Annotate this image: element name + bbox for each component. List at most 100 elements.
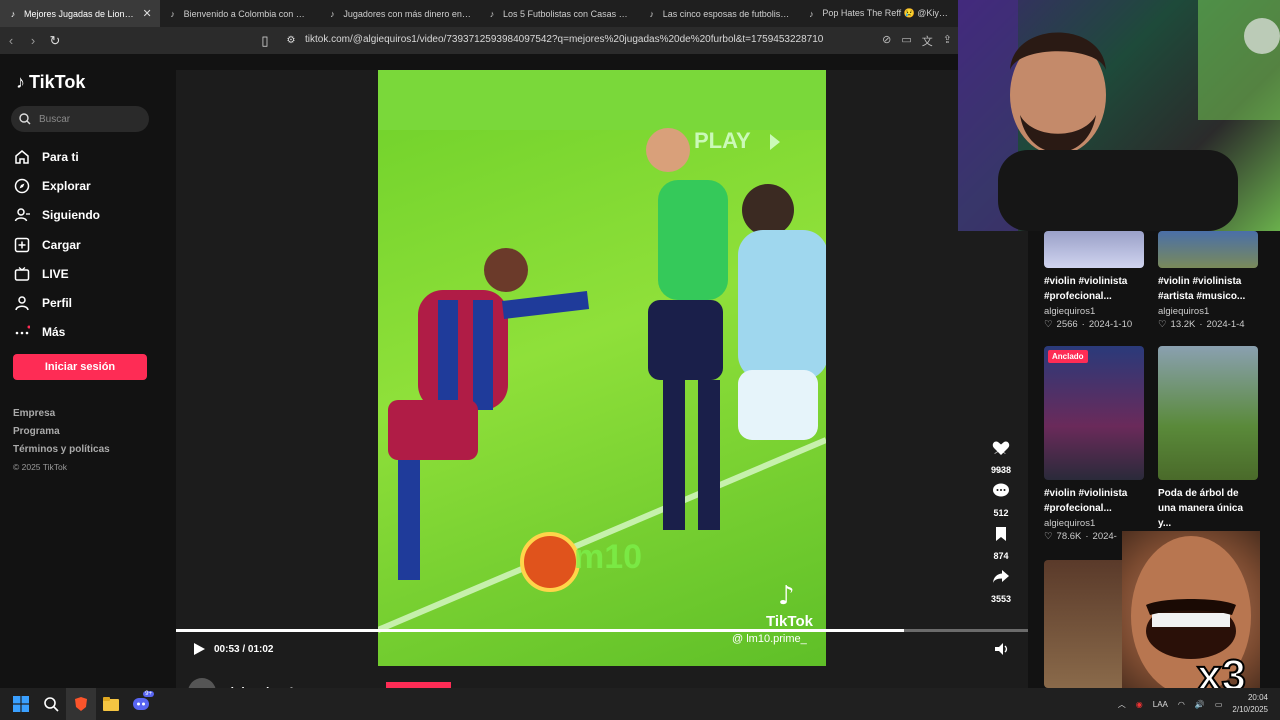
sidebar-item-perfil[interactable]: Perfil bbox=[14, 288, 100, 317]
video-player[interactable]: m10 PLAY TikTok @ lm10.prime_ ♪ 00:53 / … bbox=[176, 70, 1028, 688]
speaker-icon[interactable]: 🔊 bbox=[1195, 700, 1205, 709]
share-button[interactable]: 3553 bbox=[985, 569, 1017, 604]
discord-icon[interactable]: 9+ bbox=[126, 688, 156, 720]
battery-icon[interactable]: ▭ bbox=[1215, 700, 1223, 709]
tab-title: Jugadores con más dinero en el plan bbox=[343, 8, 472, 19]
tab-title: Los 5 Futbolistas con Casas Más Lujo bbox=[503, 8, 631, 19]
video-thumbnail[interactable] bbox=[1158, 346, 1258, 480]
search-icon[interactable] bbox=[36, 688, 66, 720]
heart-outline-icon: ♡ bbox=[1044, 319, 1053, 330]
footer-link[interactable]: Términos y políticas bbox=[13, 444, 110, 462]
footer-link[interactable]: Programa bbox=[13, 426, 110, 444]
video-title: Poda de árbol de una manera única y... bbox=[1158, 488, 1244, 529]
video-card[interactable]: #violin #violinista #profecional... algi… bbox=[1044, 231, 1144, 330]
tiktok-logo[interactable]: ♪ TikTok bbox=[16, 72, 85, 93]
comment-count: 512 bbox=[993, 508, 1009, 518]
chevron-up-icon[interactable]: ︿ bbox=[1118, 699, 1126, 710]
sidebar-item-para-ti[interactable]: Para ti bbox=[14, 142, 100, 171]
watermark-brand: TikTok bbox=[766, 613, 814, 630]
share-icon[interactable]: ⇪ bbox=[943, 33, 952, 49]
home-icon bbox=[14, 149, 30, 165]
video-user[interactable]: algiequiros1 bbox=[1044, 306, 1144, 317]
file-explorer-icon[interactable] bbox=[96, 688, 126, 720]
tiktok-favicon-icon: ♪ bbox=[489, 8, 495, 19]
save-button[interactable]: 874 bbox=[985, 526, 1017, 561]
sidebar-footer: Empresa Programa Términos y políticas © … bbox=[13, 408, 110, 480]
sidebar-item-explorar[interactable]: Explorar bbox=[14, 171, 100, 200]
sidebar-item-cargar[interactable]: Cargar bbox=[14, 230, 100, 259]
clock-date: 2/10/2025 bbox=[1232, 705, 1268, 714]
wifi-icon[interactable]: ◠ bbox=[1178, 700, 1185, 709]
language-indicator[interactable]: LAA bbox=[1153, 700, 1168, 709]
video-frame[interactable]: m10 PLAY TikTok @ lm10.prime_ ♪ bbox=[378, 70, 826, 666]
bookmark-icon[interactable]: ▯ bbox=[254, 33, 276, 49]
address-bar: ‹ › ↻ ▯ ⚙ tiktok.com/@algiequiros1/video… bbox=[0, 27, 958, 54]
compass-icon bbox=[14, 178, 30, 194]
meme-overlay: x3 bbox=[1122, 531, 1260, 711]
sidebar-item-live[interactable]: LIVE bbox=[14, 259, 100, 288]
video-user[interactable]: algiequiros1 bbox=[1044, 518, 1144, 529]
browser-tab[interactable]: ♪ Pop Hates The Reff 😢 @Kiyel an bbox=[798, 0, 958, 27]
video-thumbnail[interactable]: Anclado bbox=[1044, 346, 1144, 480]
login-button[interactable]: Iniciar sesión bbox=[13, 354, 147, 380]
translate-icon[interactable]: 文 bbox=[922, 33, 933, 49]
browser-tab[interactable]: ♪ Las cinco esposas de futbolistas más bbox=[639, 0, 799, 27]
tab-title: Mejores Jugadas de Lionel Messi bbox=[24, 8, 138, 19]
video-likes: 13.2K bbox=[1170, 319, 1196, 330]
sidebar-item-mas[interactable]: Más bbox=[14, 318, 100, 347]
pip-icon[interactable]: ▭ bbox=[901, 33, 911, 49]
close-tab-icon[interactable]: ✕ bbox=[142, 7, 151, 20]
forward-icon[interactable]: › bbox=[22, 33, 44, 48]
system-tray: ︿ ◉ LAA ◠ 🔊 ▭ 20:04 2/10/2025 bbox=[1118, 692, 1268, 716]
search-input[interactable]: Buscar bbox=[11, 106, 149, 132]
url-field[interactable]: tiktok.com/@algiequiros1/video/739371259… bbox=[305, 34, 825, 45]
brave-browser-icon[interactable] bbox=[66, 688, 96, 720]
notification-badge: 9+ bbox=[143, 691, 154, 697]
volume-icon[interactable] bbox=[994, 642, 1010, 661]
video-thumbnail[interactable] bbox=[1044, 231, 1144, 268]
sidebar-item-label: Siguiendo bbox=[42, 208, 100, 223]
footer-link[interactable]: Empresa bbox=[13, 408, 110, 426]
tiktok-note-icon: ♪ bbox=[16, 72, 25, 92]
tab-title: Bienvenido a Colombia con Gloglo K bbox=[183, 8, 312, 19]
sidebar-item-label: Perfil bbox=[42, 296, 73, 311]
webcam-overlay bbox=[958, 0, 1280, 231]
video-card[interactable]: Anclado #violin #violinista #profecional… bbox=[1044, 346, 1144, 542]
watermark-user: @ lm10.prime_ bbox=[732, 633, 808, 645]
video-user[interactable]: algiequiros1 bbox=[1158, 306, 1258, 317]
site-info-icon[interactable]: ⚙ bbox=[280, 35, 302, 46]
back-icon[interactable]: ‹ bbox=[0, 33, 22, 48]
video-likes: 78.6K bbox=[1056, 531, 1082, 542]
video-meta: ♡ 13.2K · 2024-1-4 bbox=[1158, 319, 1245, 330]
play-icon[interactable] bbox=[192, 642, 206, 656]
search-icon bbox=[19, 113, 31, 125]
comment-button[interactable]: 512 bbox=[985, 483, 1017, 518]
tab-bar: ♪ Mejores Jugadas de Lionel Messi ✕ ♪ Bienv… bbox=[0, 0, 958, 27]
browser-tab[interactable]: ♪ Jugadores con más dinero en el plan bbox=[319, 0, 479, 27]
browser-tab[interactable]: ♪ Los 5 Futbolistas con Casas Más Lujo bbox=[479, 0, 639, 27]
tiktok-favicon-icon: ♪ bbox=[809, 8, 814, 19]
like-button[interactable]: 9938 bbox=[985, 440, 1017, 475]
video-title: #violin #violinista #artista #musico... bbox=[1158, 276, 1246, 302]
more-icon bbox=[14, 324, 30, 340]
progress-bar[interactable] bbox=[176, 629, 1028, 632]
network-icon[interactable]: ◉ bbox=[1136, 700, 1143, 709]
pinned-badge: Anclado bbox=[1048, 350, 1088, 363]
browser-tab[interactable]: ♪ Mejores Jugadas de Lionel Messi ✕ bbox=[0, 0, 160, 27]
tiktok-favicon-icon: ♪ bbox=[10, 8, 16, 19]
clock[interactable]: 20:04 2/10/2025 bbox=[1232, 692, 1268, 716]
player-controls: 00:53 / 01:02 bbox=[192, 642, 274, 656]
progress-fill bbox=[176, 629, 905, 632]
reader-icon[interactable]: ⊘ bbox=[882, 33, 891, 49]
video-thumbnail[interactable] bbox=[1158, 231, 1258, 268]
browser-tab[interactable]: ♪ Bienvenido a Colombia con Gloglo K bbox=[160, 0, 320, 27]
sidebar: ♪ TikTok Buscar Para ti Explorar Siguien… bbox=[0, 54, 176, 688]
copyright: © 2025 TikTok bbox=[13, 462, 67, 472]
video-card[interactable]: Poda de árbol de una manera única y... a… bbox=[1158, 346, 1258, 544]
tab-title: Pop Hates The Reff 😢 @Kiyel an bbox=[822, 8, 951, 18]
sidebar-item-siguiendo[interactable]: Siguiendo bbox=[14, 201, 100, 230]
sidebar-item-label: Explorar bbox=[42, 178, 91, 193]
reload-icon[interactable]: ↻ bbox=[44, 33, 66, 49]
windows-start-icon[interactable] bbox=[6, 688, 36, 720]
video-card[interactable]: #violin #violinista #artista #musico... … bbox=[1158, 231, 1258, 330]
